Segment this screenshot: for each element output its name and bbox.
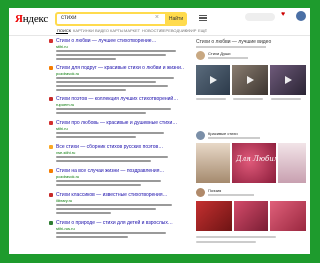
image-caption: Для Любимой bbox=[236, 155, 276, 163]
channel-name[interactable]: Поэзия bbox=[208, 188, 221, 193]
result-url[interactable]: pozdravok.ru bbox=[56, 71, 79, 76]
channel-avatar bbox=[196, 188, 205, 197]
play-icon bbox=[247, 76, 254, 84]
channel-avatar bbox=[196, 131, 205, 140]
channel-row[interactable]: Красивые стихи bbox=[196, 131, 306, 141]
search-button[interactable]: Найти bbox=[165, 12, 187, 26]
play-icon bbox=[285, 76, 292, 84]
search-input[interactable]: стихи bbox=[61, 15, 76, 21]
result-snippet bbox=[56, 232, 166, 234]
site-favicon-icon bbox=[49, 221, 53, 225]
right-column: Стихи о любви — лучшие видео Стихи Души … bbox=[196, 39, 306, 254]
yandex-logo[interactable]: Яндекс bbox=[15, 13, 48, 25]
tab-maps[interactable]: КАРТЫ bbox=[110, 28, 123, 33]
result-url[interactable]: stihi.ru bbox=[56, 44, 68, 49]
result-snippet bbox=[56, 81, 156, 83]
image-thumbnail[interactable] bbox=[234, 201, 268, 231]
result-snippet bbox=[56, 180, 161, 182]
result-snippet bbox=[56, 54, 166, 56]
site-favicon-icon bbox=[49, 145, 53, 149]
tab-video[interactable]: ВИДЕО bbox=[95, 28, 109, 33]
search-box[interactable]: стихи × Найти bbox=[55, 12, 187, 26]
tab-images[interactable]: КАРТИНКИ bbox=[73, 28, 94, 33]
image-thumbnail[interactable]: Для Любимой bbox=[232, 143, 276, 183]
result-snippet bbox=[56, 77, 174, 79]
video-thumbnail[interactable] bbox=[196, 65, 230, 95]
result-snippet bbox=[56, 132, 164, 134]
channel-meta bbox=[208, 137, 260, 139]
result-title[interactable]: Стихи про любовь — красивые и душевные с… bbox=[56, 120, 184, 126]
channel-name[interactable]: Красивые стихи bbox=[208, 131, 238, 136]
browser-page: Яндекс стихи × Найти ♥ ПОИСК КАРТИНКИ ВИ… bbox=[9, 8, 310, 254]
result-snippet bbox=[56, 208, 156, 210]
video-block-title[interactable]: Стихи о любви — лучшие видео bbox=[196, 39, 271, 45]
video-caption bbox=[271, 98, 301, 100]
result-url[interactable]: pozdravok.ru bbox=[56, 174, 79, 179]
active-tab-underline bbox=[56, 33, 68, 34]
video-block-subtitle bbox=[196, 46, 266, 48]
result-snippet bbox=[56, 212, 111, 214]
channel-name[interactable]: Стихи Души bbox=[208, 51, 231, 56]
result-snippet bbox=[56, 112, 146, 114]
result-url[interactable]: rupoem.ru bbox=[56, 102, 74, 107]
avatar[interactable] bbox=[296, 11, 306, 21]
result-title[interactable]: Стихи поэтов — коллекция лучших стихотво… bbox=[56, 96, 184, 102]
result-snippet bbox=[56, 108, 171, 110]
image-thumbnail[interactable] bbox=[196, 143, 230, 183]
result-title[interactable]: Стихи классиков — известные стихотворени… bbox=[56, 192, 184, 198]
image-thumbnail[interactable] bbox=[270, 201, 306, 231]
block-footer bbox=[196, 241, 256, 243]
site-favicon-icon bbox=[49, 121, 53, 125]
header-divider bbox=[9, 35, 310, 36]
result-url[interactable]: stihi-rus.ru bbox=[56, 226, 75, 231]
video-caption bbox=[233, 98, 263, 100]
site-favicon-icon bbox=[49, 66, 53, 70]
result-snippet bbox=[56, 156, 168, 158]
channel-meta bbox=[208, 57, 248, 59]
result-url[interactable]: stihi.ru bbox=[56, 126, 68, 131]
video-caption bbox=[196, 98, 226, 100]
result-snippet bbox=[56, 204, 172, 206]
result-snippet bbox=[56, 136, 136, 138]
video-thumbnail[interactable] bbox=[232, 65, 268, 95]
image-thumbnail[interactable] bbox=[196, 201, 232, 231]
channel-avatar bbox=[196, 51, 205, 60]
channel-row[interactable]: Стихи Души bbox=[196, 51, 306, 61]
result-snippet bbox=[56, 236, 128, 238]
menu-icon[interactable] bbox=[199, 15, 207, 21]
tab-news[interactable]: НОВОСТИ bbox=[142, 28, 162, 33]
search-results: Стихи о любви — лучшее стихотворение… st… bbox=[9, 38, 189, 254]
result-snippet bbox=[56, 50, 176, 52]
notification-icon[interactable]: ♥ bbox=[281, 11, 285, 18]
search-header: Яндекс стихи × Найти ♥ ПОИСК КАРТИНКИ ВИ… bbox=[9, 8, 310, 34]
result-snippet bbox=[56, 184, 141, 186]
result-snippet bbox=[56, 85, 168, 87]
result-title[interactable]: Стихи о любви — лучшее стихотворение… bbox=[56, 38, 184, 44]
site-favicon-icon bbox=[49, 39, 53, 43]
result-snippet bbox=[56, 160, 151, 162]
result-url[interactable]: vse-stihi.ru bbox=[56, 150, 75, 155]
result-snippet bbox=[56, 58, 116, 60]
tab-more[interactable]: ЕЩЁ bbox=[198, 28, 207, 33]
video-thumbnail[interactable] bbox=[270, 65, 306, 95]
site-favicon-icon bbox=[49, 169, 53, 173]
user-name-pill[interactable] bbox=[245, 13, 275, 21]
tab-market[interactable]: МАРКЕТ bbox=[124, 28, 140, 33]
result-url[interactable]: ilibrary.ru bbox=[56, 198, 72, 203]
play-icon bbox=[210, 76, 217, 84]
site-favicon-icon bbox=[49, 97, 53, 101]
tab-translate[interactable]: ПЕРЕВОДЧИК bbox=[160, 28, 187, 33]
tab-ether[interactable]: ЭФИР bbox=[185, 28, 196, 33]
block-footer bbox=[196, 236, 276, 238]
channel-row[interactable]: Поэзия bbox=[196, 188, 306, 198]
clear-icon[interactable]: × bbox=[155, 14, 159, 21]
site-favicon-icon bbox=[49, 193, 53, 197]
result-snippet bbox=[56, 89, 126, 91]
result-title[interactable]: Стихи о природе — стихи для детей и взро… bbox=[56, 220, 184, 226]
image-thumbnail[interactable] bbox=[278, 143, 306, 183]
channel-meta bbox=[208, 194, 254, 196]
